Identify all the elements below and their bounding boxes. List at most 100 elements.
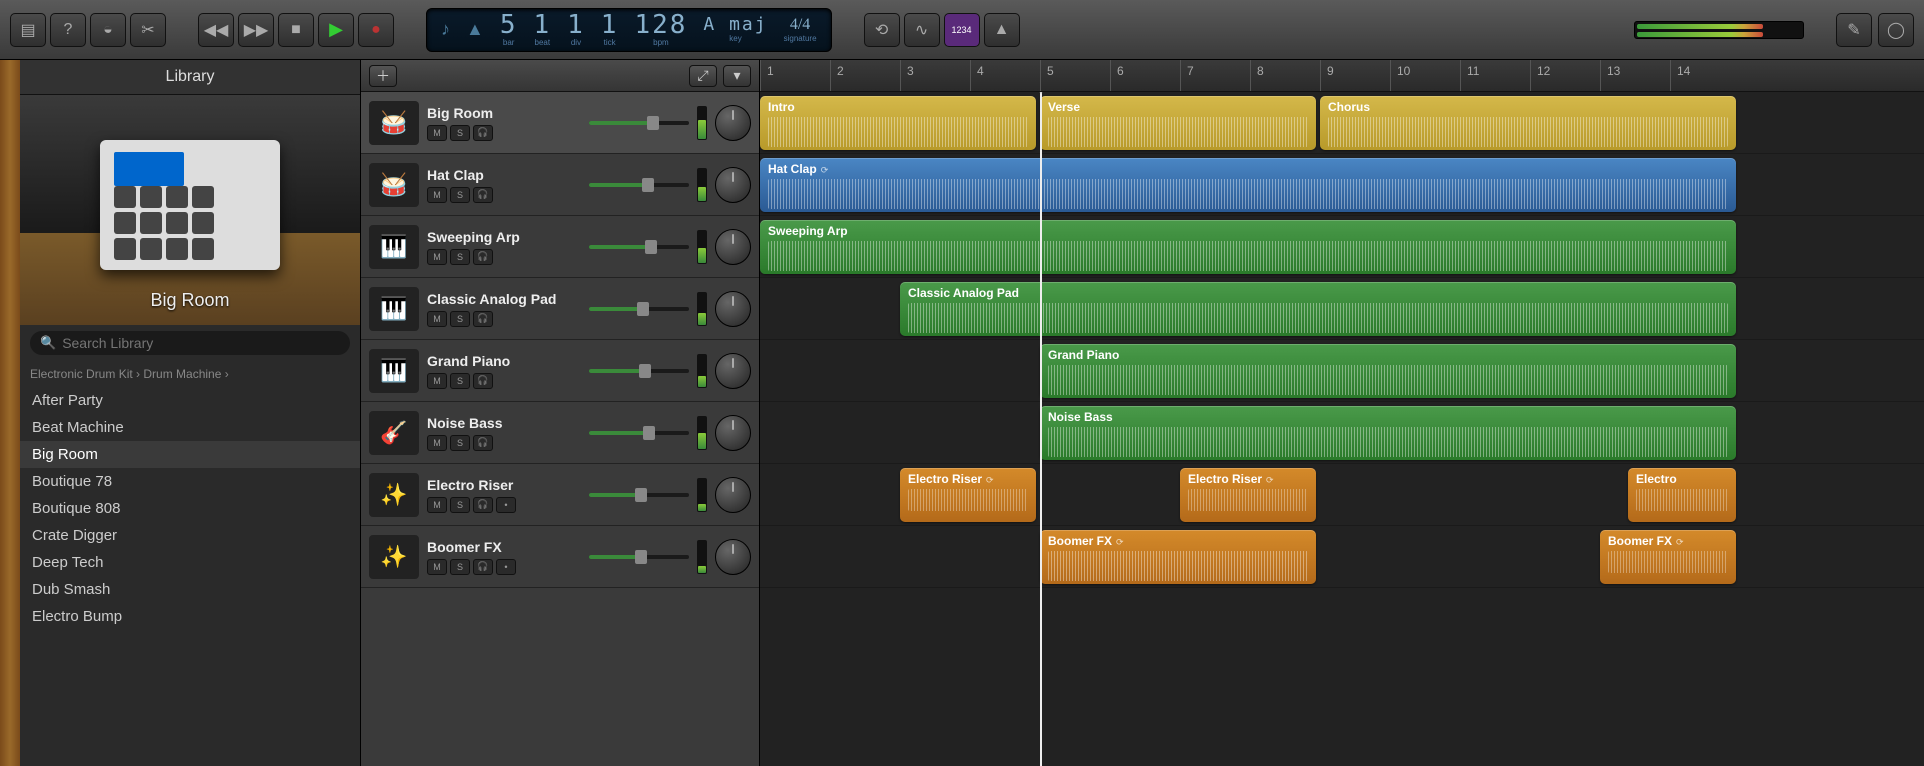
track-row[interactable]: ✨Boomer FXMS🎧• <box>361 526 759 588</box>
add-track-button[interactable]: ＋ <box>369 65 397 87</box>
ruler-mark[interactable]: 6 <box>1110 60 1180 91</box>
volume-slider[interactable] <box>589 114 689 132</box>
freeze-button[interactable]: • <box>496 559 516 575</box>
library-item[interactable]: Big Room <box>20 441 360 468</box>
volume-slider[interactable] <box>589 238 689 256</box>
region[interactable]: Noise Bass <box>1040 406 1736 460</box>
monitor-button[interactable]: 🎧 <box>473 311 493 327</box>
ruler-mark[interactable]: 1 <box>760 60 830 91</box>
arrange-row[interactable] <box>760 526 1924 588</box>
ruler-mark[interactable]: 3 <box>900 60 970 91</box>
volume-slider[interactable] <box>589 362 689 380</box>
region[interactable]: Hat Clap⟳ <box>760 158 1736 212</box>
pan-knob[interactable] <box>715 353 751 389</box>
countin-button[interactable]: 1234 <box>944 13 980 47</box>
loop-browser-button[interactable]: ◯ <box>1878 13 1914 47</box>
pan-knob[interactable] <box>715 105 751 141</box>
lcd-signature[interactable]: 4/4 <box>790 16 810 34</box>
help-button[interactable]: ? <box>50 13 86 47</box>
library-item[interactable]: Boutique 78 <box>20 468 360 495</box>
region[interactable]: Boomer FX⟳ <box>1600 530 1736 584</box>
ruler-mark[interactable]: 13 <box>1600 60 1670 91</box>
pan-knob[interactable] <box>715 415 751 451</box>
mute-button[interactable]: M <box>427 373 447 389</box>
region[interactable]: Electro Riser⟳ <box>900 468 1036 522</box>
solo-button[interactable]: S <box>450 125 470 141</box>
notepad-button[interactable]: ✎ <box>1836 13 1872 47</box>
volume-slider[interactable] <box>589 300 689 318</box>
volume-slider[interactable] <box>589 486 689 504</box>
mute-button[interactable]: M <box>427 249 447 265</box>
pan-knob[interactable] <box>715 539 751 575</box>
stop-button[interactable]: ■ <box>278 13 314 47</box>
library-item[interactable]: Electro Bump <box>20 603 360 630</box>
master-volume-meter[interactable] <box>1634 21 1804 39</box>
region[interactable]: Verse <box>1040 96 1316 150</box>
solo-button[interactable]: S <box>450 373 470 389</box>
play-button[interactable]: ▶ <box>318 13 354 47</box>
ruler-mark[interactable]: 4 <box>970 60 1040 91</box>
record-button[interactable]: ● <box>358 13 394 47</box>
monitor-button[interactable]: 🎧 <box>473 373 493 389</box>
mute-button[interactable]: M <box>427 311 447 327</box>
library-item[interactable]: Crate Digger <box>20 522 360 549</box>
metronome-button[interactable]: ▲ <box>984 13 1020 47</box>
track-row[interactable]: 🎹Sweeping ArpMS🎧 <box>361 216 759 278</box>
region[interactable]: Electro Riser⟳ <box>1180 468 1316 522</box>
track-row[interactable]: ✨Electro RiserMS🎧• <box>361 464 759 526</box>
monitor-button[interactable]: 🎧 <box>473 249 493 265</box>
volume-slider[interactable] <box>589 548 689 566</box>
library-item[interactable]: After Party <box>20 387 360 414</box>
volume-slider[interactable] <box>589 176 689 194</box>
arrange-area[interactable]: IntroVerseChorus Hat Clap⟳ Sweeping Arp Cla… <box>760 92 1924 766</box>
library-item[interactable]: Dub Smash <box>20 576 360 603</box>
pan-knob[interactable] <box>715 229 751 265</box>
region[interactable]: Boomer FX⟳ <box>1040 530 1316 584</box>
ruler-mark[interactable]: 8 <box>1250 60 1320 91</box>
monitor-button[interactable]: 🎧 <box>473 187 493 203</box>
solo-button[interactable]: S <box>450 249 470 265</box>
monitor-button[interactable]: 🎧 <box>473 125 493 141</box>
ruler-mark[interactable]: 2 <box>830 60 900 91</box>
lcd-beat[interactable]: 1 <box>533 12 551 38</box>
forward-button[interactable]: ▶▶ <box>238 13 274 47</box>
region[interactable]: Sweeping Arp <box>760 220 1736 274</box>
mute-button[interactable]: M <box>427 559 447 575</box>
cycle-button[interactable]: ⟲ <box>864 13 900 47</box>
region[interactable]: Intro <box>760 96 1036 150</box>
monitor-button[interactable]: 🎧 <box>473 497 493 513</box>
mute-button[interactable]: M <box>427 435 447 451</box>
solo-button[interactable]: S <box>450 497 470 513</box>
freeze-button[interactable]: • <box>496 497 516 513</box>
mute-button[interactable]: M <box>427 125 447 141</box>
ruler-mark[interactable]: 7 <box>1180 60 1250 91</box>
monitor-button[interactable]: 🎧 <box>473 559 493 575</box>
track-row[interactable]: 🎹Classic Analog PadMS🎧 <box>361 278 759 340</box>
track-row[interactable]: 🎸Noise BassMS🎧 <box>361 402 759 464</box>
timeline-ruler[interactable]: 1234567891011121314 <box>760 60 1924 92</box>
track-filter-button[interactable]: ▾ <box>723 65 751 87</box>
lcd-display[interactable]: ♪ ▲ 5bar 1beat 1div 1tick 128bpm A majke… <box>426 8 832 52</box>
solo-button[interactable]: S <box>450 435 470 451</box>
solo-button[interactable]: S <box>450 559 470 575</box>
track-row[interactable]: 🥁Hat ClapMS🎧 <box>361 154 759 216</box>
ruler-mark[interactable]: 9 <box>1320 60 1390 91</box>
lcd-key[interactable]: A maj <box>703 16 767 34</box>
ruler-mark[interactable]: 11 <box>1460 60 1530 91</box>
tuner-button[interactable]: ∿ <box>904 13 940 47</box>
lcd-bar[interactable]: 5 <box>500 12 518 38</box>
region[interactable]: Classic Analog Pad <box>900 282 1736 336</box>
playhead[interactable] <box>1040 92 1042 766</box>
region[interactable]: Chorus <box>1320 96 1736 150</box>
mute-button[interactable]: M <box>427 497 447 513</box>
library-search[interactable]: 🔍 <box>30 331 350 355</box>
library-breadcrumb[interactable]: Electronic Drum Kit › Drum Machine › <box>20 361 360 387</box>
rewind-button[interactable]: ◀◀ <box>198 13 234 47</box>
library-item[interactable]: Beat Machine <box>20 414 360 441</box>
track-row[interactable]: 🥁Big RoomMS🎧 <box>361 92 759 154</box>
mute-button[interactable]: M <box>427 187 447 203</box>
ruler-mark[interactable]: 10 <box>1390 60 1460 91</box>
editors-button[interactable]: ✂ <box>130 13 166 47</box>
lcd-bpm[interactable]: 128 <box>634 12 687 38</box>
ruler-mark[interactable]: 5 <box>1040 60 1110 91</box>
